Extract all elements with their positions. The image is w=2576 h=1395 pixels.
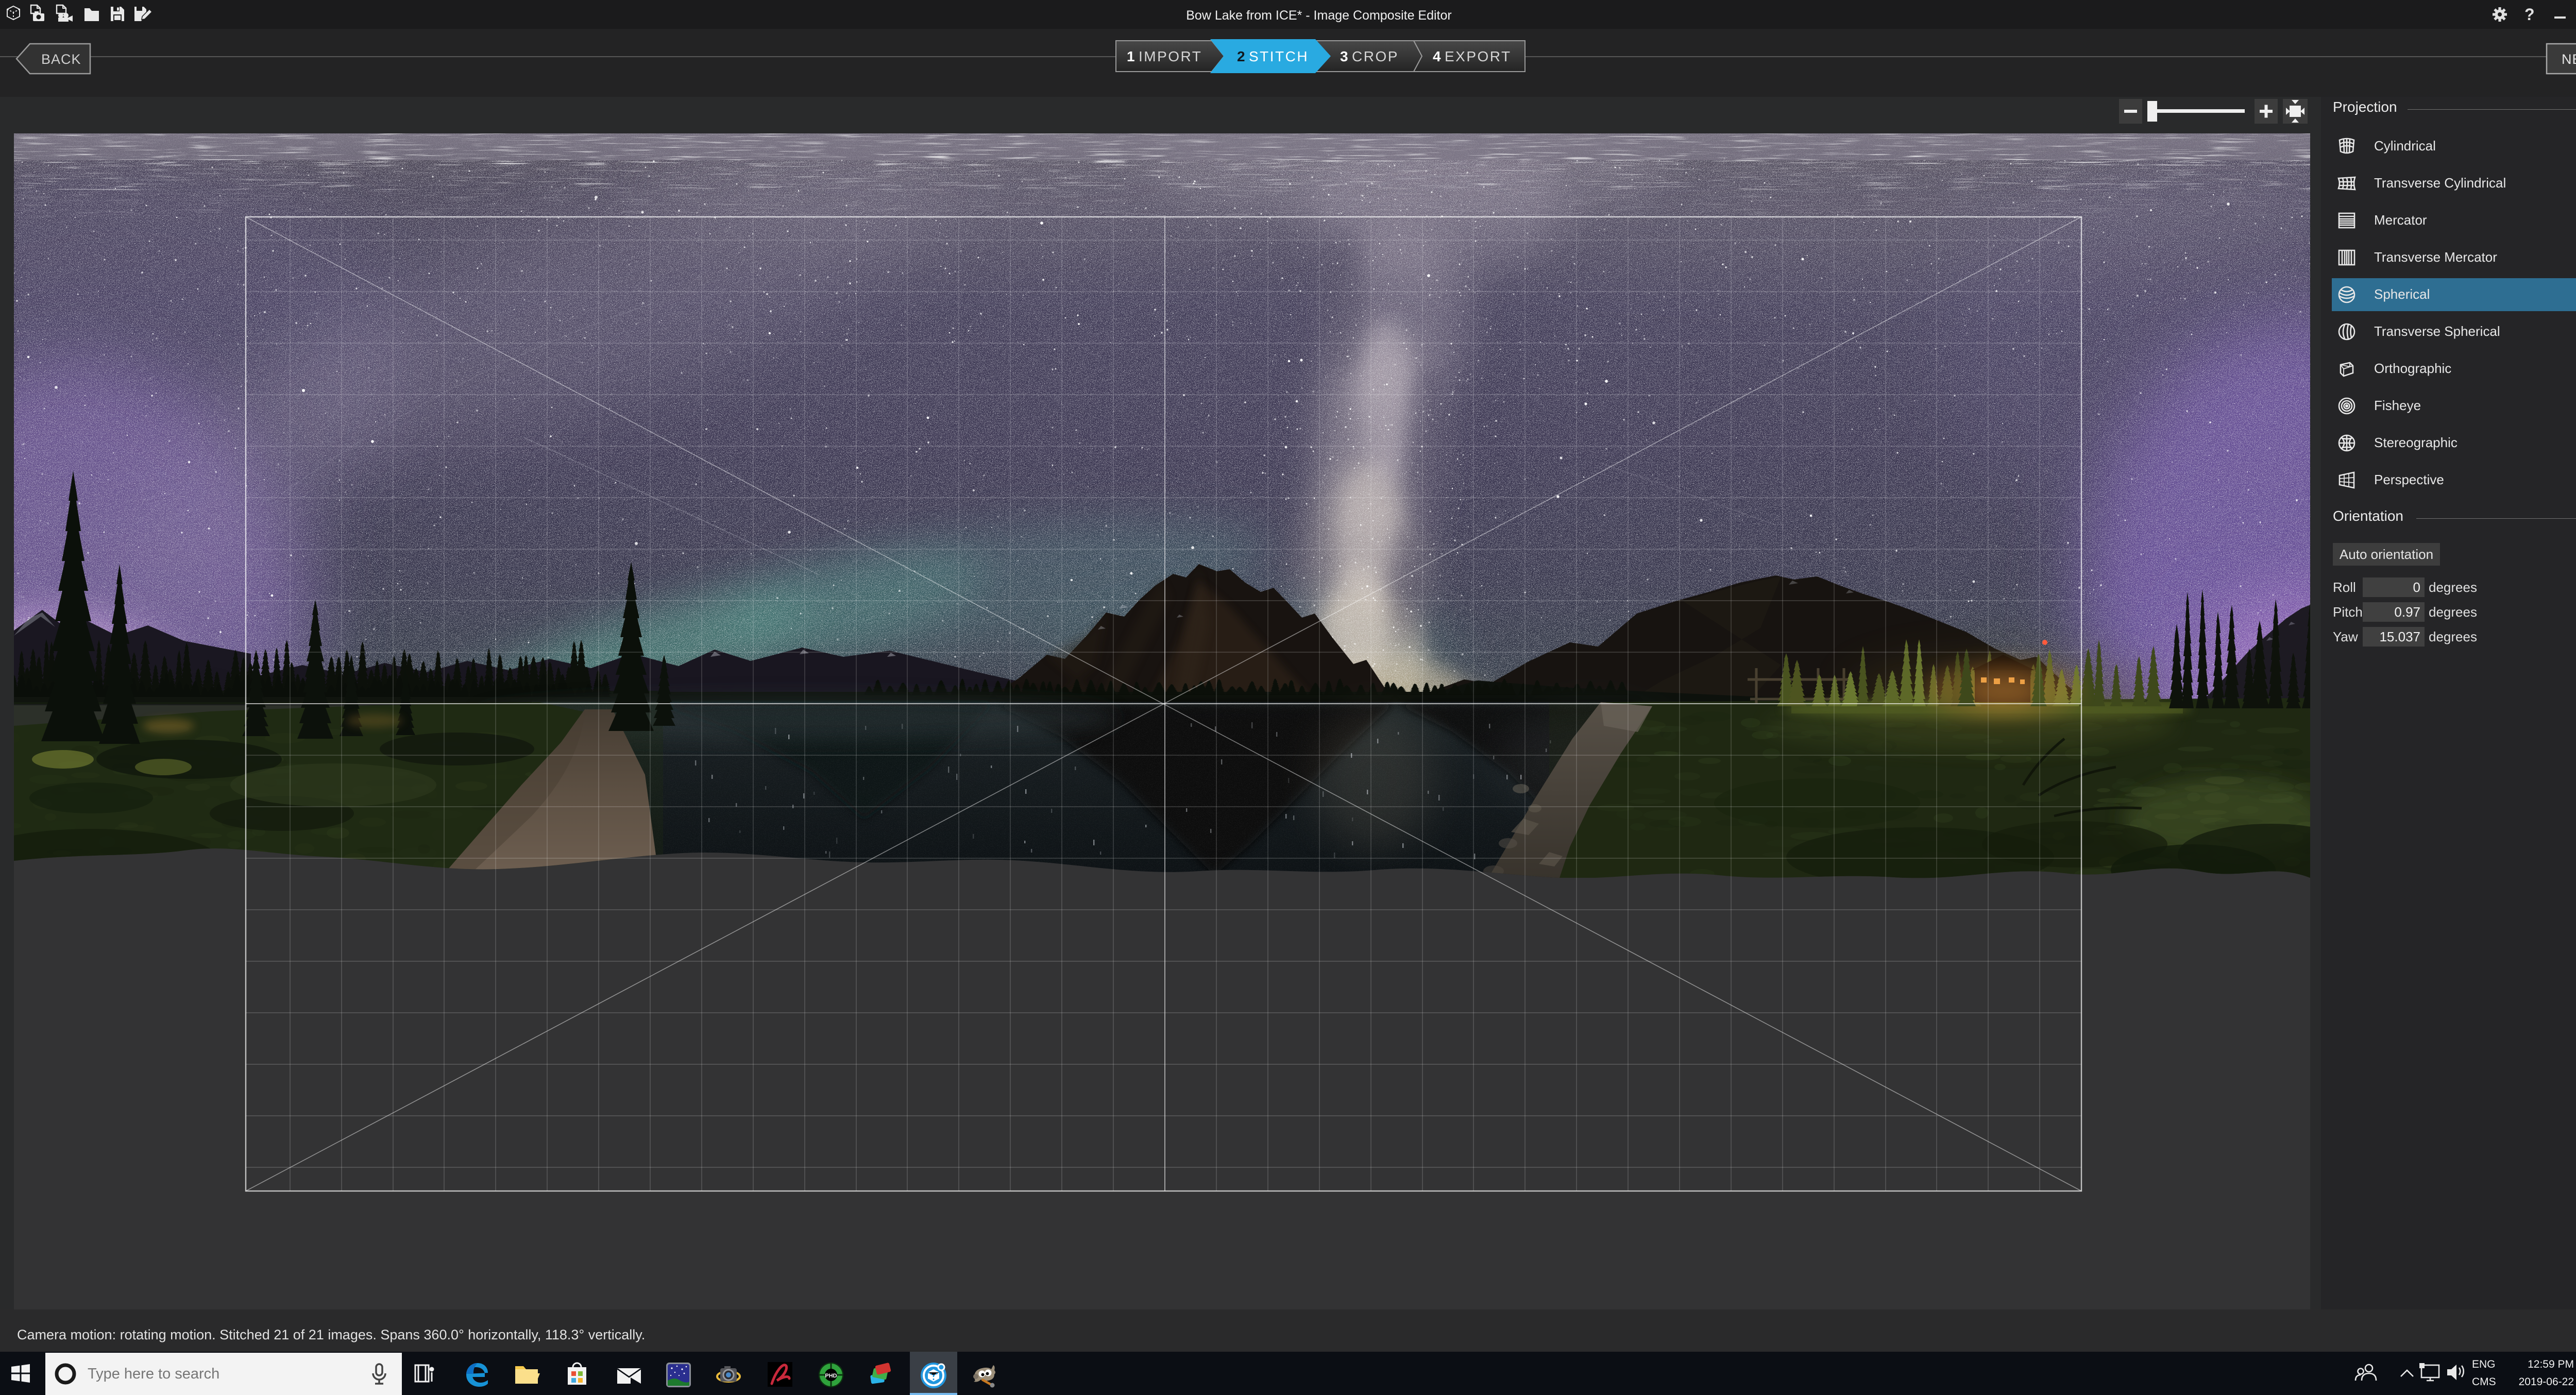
svg-text:STITCH: STITCH (1249, 48, 1309, 64)
svg-text:?: ? (2524, 5, 2535, 24)
svg-text:PHD: PHD (825, 1373, 837, 1379)
svg-text:1: 1 (1127, 48, 1135, 64)
svg-text:3: 3 (1340, 48, 1348, 64)
svg-text:4: 4 (1433, 48, 1441, 64)
svg-text:2: 2 (1237, 48, 1245, 64)
svg-text:EXPORT: EXPORT (1445, 48, 1512, 64)
svg-text:BACK: BACK (41, 52, 81, 67)
svg-text:NEXT: NEXT (2562, 52, 2576, 67)
svg-text:IMPORT: IMPORT (1139, 48, 1202, 64)
svg-text:CROP: CROP (1352, 48, 1399, 64)
